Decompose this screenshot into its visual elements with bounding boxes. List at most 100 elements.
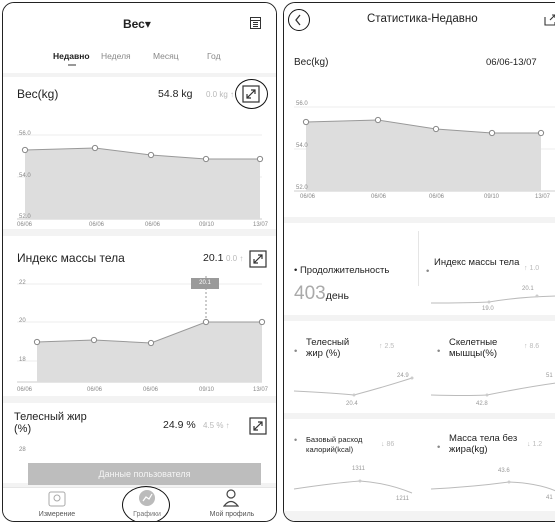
x-tick: 06/06 — [87, 387, 103, 393]
y-tick: 20 — [19, 318, 26, 324]
fat-max: 24.9 — [397, 373, 409, 379]
chart-icon[interactable] — [139, 490, 155, 506]
user-data-button[interactable]: Данные пользователя — [28, 463, 261, 485]
x-tick: 06/06 — [17, 222, 33, 228]
bmr-min: 1211 — [396, 496, 409, 502]
x-tick: 06/06 — [17, 387, 33, 393]
lean-mass-label-text: Масса тела без жира(kg) — [449, 433, 518, 455]
duration-label: • Продолжительность — [294, 265, 390, 276]
metric-selector[interactable]: Вес▾ — [123, 17, 151, 31]
y-tick: 54.0 — [19, 173, 31, 179]
y-tick: 56.0 — [296, 101, 308, 107]
x-tick: 09/10 — [199, 222, 215, 228]
x-tick: 13/07 — [535, 194, 551, 200]
weight-title: Вес(kg) — [17, 87, 59, 101]
chevron-down-icon: ▾ — [144, 17, 151, 31]
scale-icon[interactable] — [48, 491, 66, 507]
weight-card: Вес(kg) 54.8 kg 0.0 kg ↑ 56.0 54.0 52.0 … — [3, 77, 276, 229]
x-tick: 13/07 — [253, 387, 269, 393]
y-tick: 22 — [19, 280, 26, 286]
expand-icon[interactable] — [249, 417, 267, 435]
tab-week[interactable]: Неделя — [101, 51, 131, 61]
skeletal-max: 51 — [546, 373, 553, 379]
fat-delta: 4.5 % ↑ — [203, 421, 230, 430]
bmi-value: 20.1 — [203, 252, 224, 264]
x-tick: 06/06 — [429, 194, 445, 200]
divider — [284, 511, 555, 521]
header — [3, 3, 276, 73]
weight-chart — [294, 106, 555, 192]
bmi-delta: 0.0 ↑ — [226, 254, 244, 263]
nav-measure[interactable]: Измерение — [28, 511, 86, 518]
y-tick: 52.0 — [19, 214, 31, 220]
app-screen-statistics: Статистика-Недавно Вес(kg) 06/06-13/07 5… — [283, 2, 555, 522]
weight-stats-card: Вес(kg) 06/06-13/07 56.0 54.0 52.0 06/06… — [284, 41, 555, 217]
bmr-label: • Базовый расход калорий(kcal) — [294, 435, 363, 454]
page-title: Вес — [123, 17, 145, 31]
share-icon[interactable] — [544, 13, 555, 26]
expand-icon[interactable] — [249, 250, 267, 268]
skeletal-label: • Скелетные мышцы(%) — [437, 337, 498, 359]
tab-month[interactable]: Месяц — [153, 51, 179, 61]
calendar-icon[interactable] — [250, 16, 261, 29]
lean-mass-label: • Масса тела без жира(kg) — [437, 433, 518, 455]
x-tick: 06/06 — [143, 387, 159, 393]
bmr-label-text: Базовый расход калорий(kcal) — [306, 435, 363, 454]
person-icon[interactable] — [222, 489, 240, 507]
x-tick: 13/07 — [253, 222, 269, 228]
y-tick: 28 — [19, 447, 26, 453]
bmi-max: 20.1 — [522, 286, 534, 292]
skeletal-delta: ↑ 8.6 — [524, 343, 540, 350]
fat-label: • Телесный жир (%) — [294, 337, 350, 359]
lean-mass-sparkline — [430, 480, 555, 492]
expand-icon — [242, 85, 260, 103]
fat-title: Телесный жир (%) — [14, 411, 87, 435]
stats-grid: • Продолжительность 403день • Индекс масс… — [284, 223, 555, 521]
x-tick: 06/06 — [89, 222, 105, 228]
lean-mass-delta: ↓ 1.2 — [527, 441, 543, 448]
chart-tooltip: 20.1 — [191, 278, 219, 289]
weight-title: Вес(kg) — [294, 57, 329, 68]
divider — [284, 413, 555, 419]
skeletal-label-text: Скелетные мышцы(%) — [449, 337, 498, 359]
fat-value: 24.9 % — [163, 419, 196, 431]
bmi-min: 19.0 — [482, 306, 494, 312]
bmi-label-text: Индекс массы тела — [434, 257, 520, 268]
duration-value: 403день — [294, 283, 349, 305]
fat-label-text: Телесный жир (%) — [306, 337, 350, 359]
tab-year[interactable]: Год — [207, 51, 221, 61]
y-tick: 52.0 — [296, 185, 308, 191]
x-tick: 09/10 — [199, 387, 215, 393]
page-title: Статистика-Недавно — [367, 13, 478, 25]
x-tick: 06/06 — [371, 194, 387, 200]
bmi-card: Индекс массы тела 20.1 0.0 ↑ 20.1 22 20 … — [3, 236, 276, 396]
weight-chart — [17, 134, 264, 220]
nav-profile[interactable]: Мой профиль — [198, 511, 266, 518]
weight-delta: 0.0 kg ↑ — [206, 90, 235, 99]
bmi-label: • Индекс массы тела — [426, 257, 520, 277]
y-tick: 56.0 — [19, 131, 31, 137]
y-tick: 54.0 — [296, 143, 308, 149]
expand-button[interactable] — [235, 79, 268, 109]
divider — [418, 231, 419, 286]
bmi-title: Индекс массы тела — [17, 251, 125, 265]
fat-delta: ↑ 2.5 — [379, 343, 395, 350]
skeletal-sparkline — [430, 382, 555, 397]
app-screen-charts: Вес▾ Недавно Неделя Месяц Год Вес(kg) 54… — [2, 2, 277, 522]
duration-unit: день — [325, 290, 349, 302]
skeletal-min: 42.8 — [476, 401, 488, 407]
lean-mass-min: 41 — [546, 495, 553, 501]
back-button[interactable] — [288, 9, 310, 31]
weight-value: 54.8 kg — [158, 88, 193, 100]
tab-recent[interactable]: Недавно — [53, 51, 90, 61]
y-tick: 18 — [19, 357, 26, 363]
fat-min: 20.4 — [346, 401, 358, 407]
bmi-delta: ↑ 1.0 — [524, 265, 540, 272]
lean-mass-max: 43.6 — [498, 468, 510, 474]
x-tick: 06/06 — [300, 194, 316, 200]
divider — [284, 315, 555, 321]
nav-charts[interactable]: Графики — [121, 511, 173, 518]
chevron-left-icon — [295, 14, 301, 26]
bmi-chart — [17, 276, 266, 383]
bmr-max: 1311 — [352, 466, 365, 472]
